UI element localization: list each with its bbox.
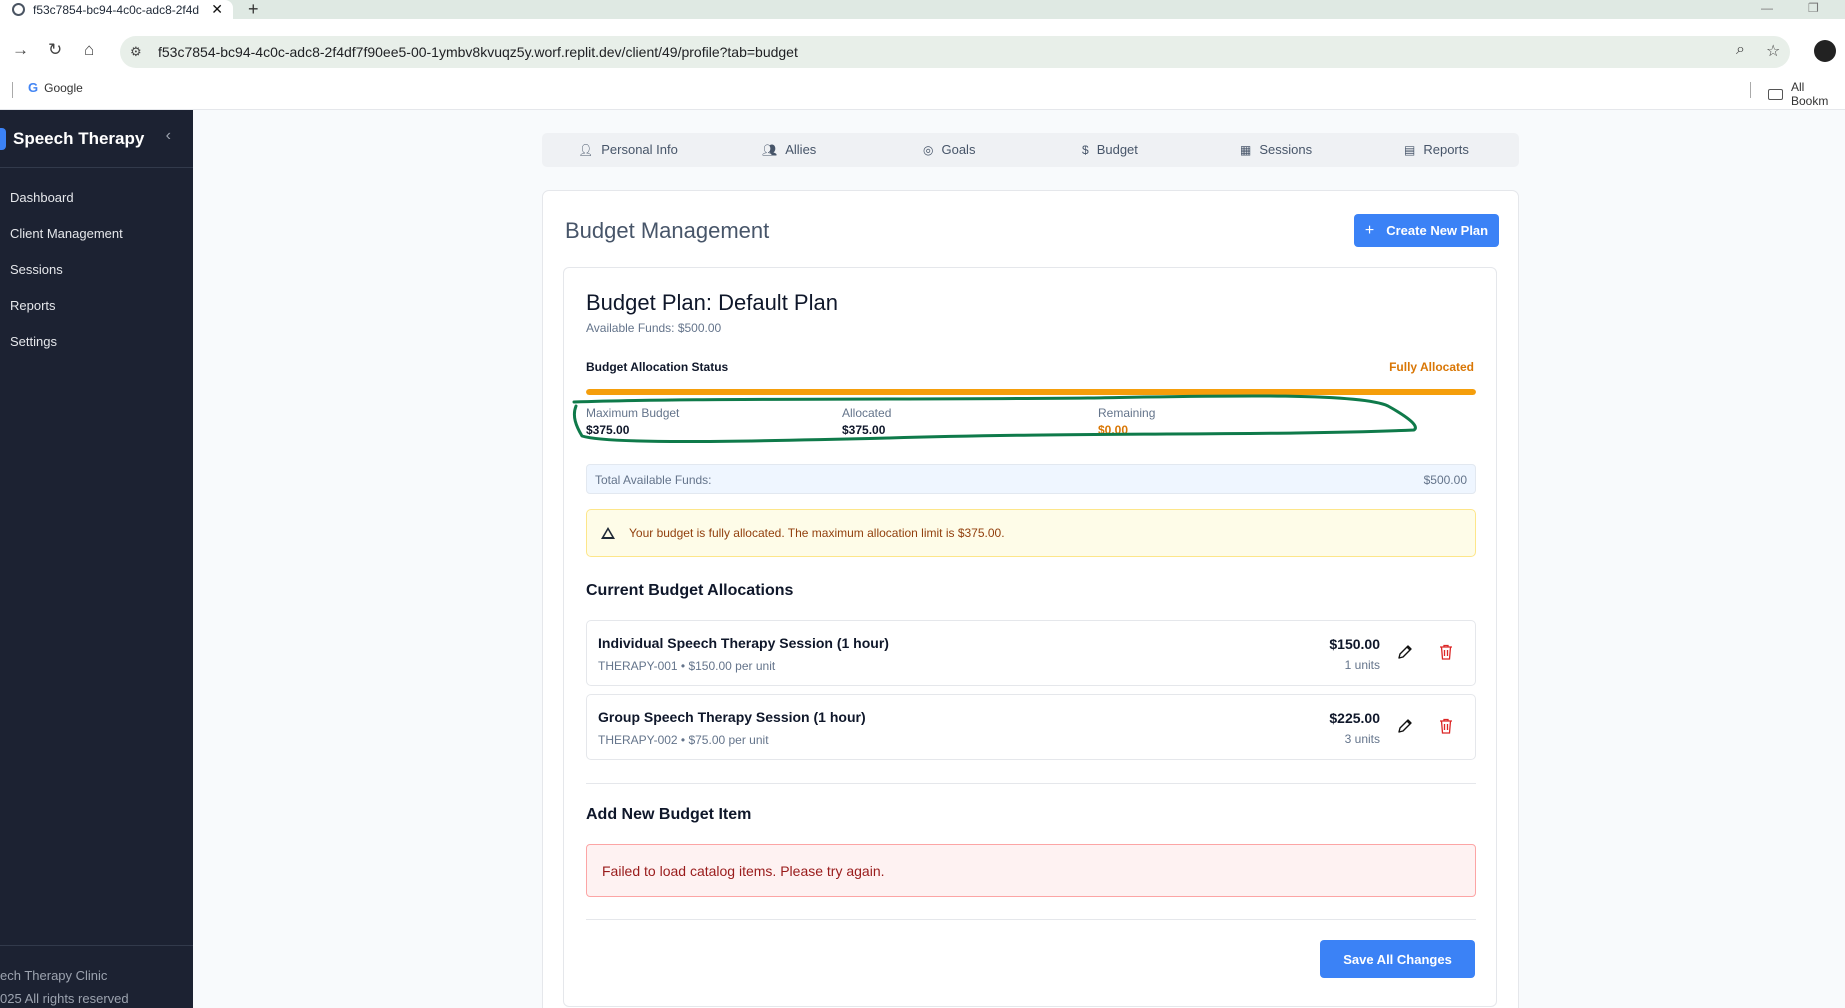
target-icon: ◎: [923, 142, 934, 157]
bookmark-google[interactable]: G Google: [28, 80, 83, 95]
section-divider: [586, 783, 1476, 784]
sidebar-footer: ech Therapy Clinic 025 All rights reserv…: [0, 945, 193, 1008]
tab-label: Sessions: [1259, 142, 1313, 157]
users-icon: 👥︎: [762, 142, 778, 157]
total-value: $500.00: [1423, 473, 1467, 487]
sidebar-item-dashboard[interactable]: Dashboard: [10, 188, 123, 224]
allocation-status-label: Budget Allocation Status: [586, 360, 729, 374]
allocation-progress-fill: [586, 389, 1476, 395]
browser-tab-title: f53c7854-bc94-4c0c-adc8-2f4d: [33, 2, 200, 17]
delete-trash-icon[interactable]: [1439, 644, 1453, 660]
edit-pencil-icon[interactable]: [1397, 718, 1413, 734]
error-text: Failed to load catalog items. Please try…: [602, 862, 885, 879]
warning-text: Your budget is fully allocated. The maxi…: [629, 526, 1005, 540]
plus-icon: +: [1364, 221, 1375, 239]
globe-icon: [12, 3, 25, 16]
bookmark-separator: [1750, 82, 1751, 98]
sidebar-nav: Dashboard Client Management Sessions Rep…: [10, 188, 123, 368]
calendar-icon: ▦: [1240, 142, 1252, 157]
fully-allocated-warning: Your budget is fully allocated. The maxi…: [586, 509, 1476, 557]
allocation-status-badge: Fully Allocated: [1389, 360, 1474, 374]
list-item: Individual Speech Therapy Session (1 hou…: [586, 620, 1476, 686]
tab-label: Budget: [1096, 142, 1138, 157]
plan-title: Budget Plan: Default Plan: [586, 290, 838, 315]
budget-management-card: Budget Management + Create New Plan Budg…: [542, 190, 1519, 1008]
new-tab-icon[interactable]: +: [248, 0, 259, 20]
collapse-sidebar-icon[interactable]: ‹: [166, 127, 171, 145]
item-meta: THERAPY-002 • $75.00 per unit: [598, 733, 769, 747]
edit-pencil-icon[interactable]: [1397, 644, 1413, 660]
item-units: 3 units: [1344, 732, 1380, 746]
google-icon: G: [28, 80, 39, 95]
available-funds: Available Funds: $500.00: [586, 321, 722, 335]
create-new-plan-label: Create New Plan: [1386, 223, 1489, 238]
file-icon: ▤: [1404, 142, 1416, 157]
close-tab-icon[interactable]: ✕: [211, 1, 223, 18]
allocation-progress-bar: [586, 389, 1476, 395]
tab-reports[interactable]: ▤ Reports: [1404, 142, 1469, 157]
tab-budget[interactable]: $ Budget: [1082, 142, 1138, 157]
sidebar: Speech Therapy ‹ Dashboard Client Manage…: [0, 110, 193, 1008]
all-bookmarks[interactable]: All Bookm: [1768, 80, 1845, 108]
budget-plan-card: Budget Plan: Default Plan Available Fund…: [563, 267, 1497, 1007]
delete-trash-icon[interactable]: [1439, 718, 1453, 734]
tab-label: Personal Info: [601, 142, 678, 157]
tab-allies[interactable]: 👥︎ Allies: [762, 142, 816, 157]
item-units: 1 units: [1344, 658, 1380, 672]
tab-personal-info[interactable]: 👤︎ Personal Info: [578, 142, 678, 157]
item-name: Individual Speech Therapy Session (1 hou…: [598, 635, 889, 651]
warning-icon: [601, 527, 615, 539]
total-label: Total Available Funds:: [595, 473, 712, 487]
tab-label: Goals: [941, 142, 976, 157]
profile-avatar[interactable]: [1814, 40, 1836, 62]
catalog-error-alert: Failed to load catalog items. Please try…: [586, 844, 1476, 897]
sidebar-brand: Speech Therapy ‹: [0, 110, 193, 168]
page-title: Budget Management: [565, 218, 770, 243]
bookmarks-bar: [0, 78, 1845, 110]
user-icon: 👤︎: [578, 142, 594, 157]
bookmark-google-label: Google: [44, 80, 83, 95]
dollar-icon: $: [1082, 142, 1089, 157]
url-text: f53c7854-bc94-4c0c-adc8-2f4df7f90ee5-00-…: [158, 44, 798, 60]
address-bar[interactable]: ⚙ f53c7854-bc94-4c0c-adc8-2f4df7f90ee5-0…: [120, 36, 1790, 68]
restore-icon[interactable]: ❐: [1808, 1, 1819, 15]
current-allocations-title: Current Budget Allocations: [586, 582, 794, 599]
section-divider: [586, 919, 1476, 920]
zoom-icon[interactable]: ⌕: [1736, 41, 1745, 59]
reload-icon[interactable]: ↻: [48, 40, 62, 60]
tab-sessions[interactable]: ▦ Sessions: [1240, 142, 1312, 157]
browser-tab[interactable]: f53c7854-bc94-4c0c-adc8-2f4d ✕: [0, 0, 233, 19]
tab-label: Reports: [1423, 142, 1469, 157]
item-amount: $150.00: [1329, 636, 1380, 652]
tab-goals[interactable]: ◎ Goals: [923, 142, 975, 157]
home-icon[interactable]: ⌂: [84, 40, 94, 60]
all-bookmarks-label: All Bookm: [1791, 80, 1829, 108]
add-budget-item-title: Add New Budget Item: [586, 806, 752, 823]
footer-copyright: 025 All rights reserved: [0, 991, 129, 1006]
create-new-plan-button[interactable]: + Create New Plan: [1354, 214, 1499, 247]
total-available-funds: Total Available Funds: $500.00: [586, 464, 1476, 494]
footer-clinic-name: ech Therapy Clinic: [0, 968, 108, 983]
bookmark-separator: [12, 82, 13, 98]
tab-label: Allies: [785, 142, 817, 157]
sidebar-item-reports[interactable]: Reports: [10, 296, 123, 332]
bookmark-star-icon[interactable]: ☆: [1766, 41, 1780, 61]
item-meta: THERAPY-001 • $150.00 per unit: [598, 659, 776, 673]
brand-logo: [0, 127, 6, 150]
list-item: Group Speech Therapy Session (1 hour) TH…: [586, 694, 1476, 760]
back-icon[interactable]: →: [12, 40, 29, 60]
sidebar-item-client-management[interactable]: Client Management: [10, 224, 123, 260]
minimize-icon[interactable]: —: [1761, 1, 1773, 15]
sidebar-item-settings[interactable]: Settings: [10, 332, 123, 368]
brand-name: Speech Therapy: [13, 128, 145, 148]
sidebar-item-sessions[interactable]: Sessions: [10, 260, 123, 296]
hand-drawn-highlight-annotation: [572, 394, 1417, 443]
profile-tabs: 👤︎ Personal Info 👥︎ Allies ◎ Goals $ Bud…: [542, 133, 1519, 167]
browser-tab-strip: f53c7854-bc94-4c0c-adc8-2f4d ✕ + — ❐: [0, 0, 1845, 19]
item-name: Group Speech Therapy Session (1 hour): [598, 709, 866, 725]
site-settings-icon[interactable]: ⚙: [130, 44, 146, 60]
item-amount: $225.00: [1329, 710, 1380, 726]
save-all-changes-button[interactable]: Save All Changes: [1320, 940, 1475, 978]
folder-icon: [1768, 88, 1783, 100]
